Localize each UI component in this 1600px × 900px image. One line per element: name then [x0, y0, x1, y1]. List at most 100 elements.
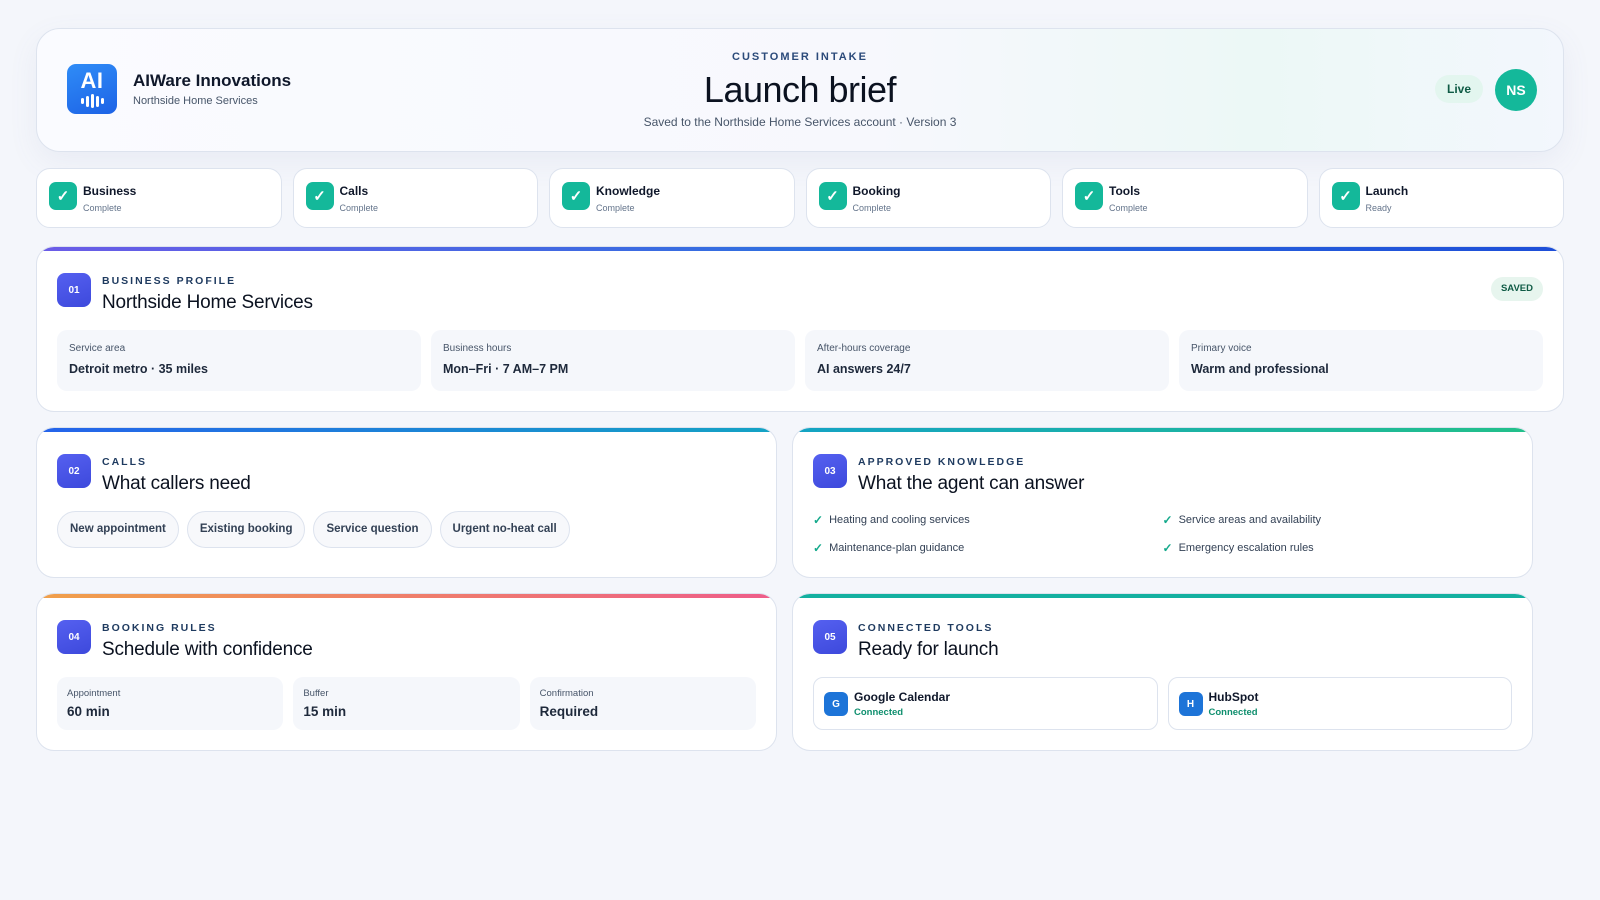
check-icon: ✓	[813, 541, 824, 555]
step-knowledge[interactable]: ✓ Knowledge Complete	[549, 168, 795, 228]
tool-list: G Google Calendar Connected H HubSpot Co…	[813, 677, 1512, 730]
section-number-badge: 01	[57, 273, 91, 307]
booking-rules-card: 04 BOOKING RULES Schedule with confidenc…	[36, 593, 777, 751]
chip-new-appointment[interactable]: New appointment	[57, 511, 179, 548]
fact-value: Detroit metro · 35 miles	[69, 362, 208, 376]
rule-value: 60 min	[67, 704, 110, 719]
fact-label: Service area	[69, 343, 126, 354]
step-label: Business	[83, 184, 137, 198]
tool-google-calendar[interactable]: G Google Calendar Connected	[813, 677, 1158, 730]
step-calls[interactable]: ✓ Calls Complete	[292, 168, 538, 228]
section-title: What the agent can answer	[858, 473, 1085, 494]
saved-badge: SAVED	[1490, 277, 1543, 301]
page-title: Launch brief	[703, 69, 897, 110]
step-label: Tools	[1109, 184, 1141, 198]
profile-facts: Service area Detroit metro · 35 miles Bu…	[57, 330, 1543, 391]
step-status: Complete	[1109, 203, 1148, 213]
rule-value: 15 min	[303, 704, 347, 719]
section-title: Ready for launch	[858, 639, 999, 660]
knowledge-item-label: Heating and cooling services	[829, 514, 970, 526]
knowledge-card: 03 APPROVED KNOWLEDGE What the agent can…	[792, 427, 1533, 578]
tool-name: HubSpot	[1208, 690, 1259, 704]
call-reason-chips: New appointment Existing booking Service…	[57, 511, 570, 548]
step-status: Complete	[83, 203, 122, 213]
section-title: Schedule with confidence	[102, 639, 313, 660]
step-tools[interactable]: ✓ Tools Complete	[1062, 168, 1308, 228]
knowledge-item: ✓ Maintenance-plan guidance	[813, 541, 1163, 555]
tool-name: Google Calendar	[854, 690, 951, 704]
step-label: Knowledge	[596, 184, 661, 198]
tool-hubspot[interactable]: H HubSpot Connected	[1167, 677, 1512, 730]
check-icon: ✓	[1162, 541, 1173, 555]
header-panel: AI AIWare Innovations Northside Home Ser…	[36, 28, 1564, 152]
card-accent-bar	[37, 247, 1563, 251]
card-accent-bar	[37, 594, 776, 598]
business-profile-card: 01 BUSINESS PROFILE Northside Home Servi…	[36, 246, 1564, 412]
tool-status: Connected	[1208, 707, 1258, 718]
fact-label: Business hours	[443, 343, 512, 354]
knowledge-item-label: Emergency escalation rules	[1178, 542, 1314, 554]
section-eyebrow: CONNECTED TOOLS	[858, 622, 994, 634]
fact-label: After-hours coverage	[817, 343, 911, 354]
step-launch[interactable]: ✓ Launch Ready	[1318, 168, 1564, 228]
fact-after-hours: After-hours coverage AI answers 24/7	[805, 330, 1169, 391]
knowledge-item: ✓ Service areas and availability	[1163, 513, 1513, 527]
step-tracker: ✓ Business Complete ✓ Calls Complete ✓ K…	[36, 168, 1564, 228]
live-status-badge: Live	[1434, 75, 1483, 103]
chip-urgent-no-heat[interactable]: Urgent no-heat call	[439, 511, 570, 548]
section-number-badge: 05	[813, 620, 847, 654]
fact-service-area: Service area Detroit metro · 35 miles	[57, 330, 421, 391]
chip-service-question[interactable]: Service question	[313, 511, 432, 548]
step-label: Calls	[339, 184, 369, 198]
section-eyebrow: APPROVED KNOWLEDGE	[858, 456, 1026, 468]
card-accent-bar	[37, 428, 776, 432]
step-business[interactable]: ✓ Business Complete	[36, 168, 282, 228]
fact-primary-voice: Primary voice Warm and professional	[1179, 330, 1543, 391]
card-accent-bar	[793, 594, 1532, 598]
fact-value: Mon–Fri · 7 AM–7 PM	[443, 362, 569, 376]
section-eyebrow: BOOKING RULES	[102, 622, 217, 634]
check-icon: ✓	[562, 182, 590, 210]
section-number-badge: 03	[813, 454, 847, 488]
check-icon: ✓	[1331, 182, 1360, 210]
knowledge-list: ✓ Heating and cooling services ✓ Service…	[813, 513, 1512, 555]
check-icon: ✓	[818, 182, 847, 210]
knowledge-item: ✓ Emergency escalation rules	[1163, 541, 1513, 555]
section-number-badge: 04	[57, 620, 91, 654]
section-eyebrow: CALLS	[102, 456, 147, 468]
step-label: Booking	[852, 184, 901, 198]
step-status: Complete	[339, 203, 379, 213]
tool-status: Connected	[854, 707, 904, 718]
section-eyebrow: BUSINESS PROFILE	[102, 275, 237, 287]
user-avatar[interactable]: NS	[1495, 69, 1537, 111]
launch-brief-page: AI AIWare Innovations Northside Home Ser…	[36, 28, 1564, 751]
check-icon: ✓	[813, 513, 824, 527]
chip-existing-booking[interactable]: Existing booking	[186, 511, 306, 548]
rule-label: Buffer	[303, 688, 329, 699]
header-eyebrow: CUSTOMER INTAKE	[732, 51, 868, 63]
section-title: Northside Home Services	[102, 292, 313, 313]
hubspot-icon: H	[1178, 692, 1203, 716]
rule-buffer: Buffer 15 min	[293, 677, 520, 730]
knowledge-item-label: Maintenance-plan guidance	[829, 542, 965, 554]
rule-label: Confirmation	[539, 688, 594, 699]
rule-label: Appointment	[67, 688, 121, 699]
section-title: What callers need	[102, 473, 251, 494]
check-icon: ✓	[305, 182, 334, 210]
fact-business-hours: Business hours Mon–Fri · 7 AM–7 PM	[431, 330, 795, 391]
rule-appointment: Appointment 60 min	[57, 677, 284, 730]
fact-value: AI answers 24/7	[817, 362, 911, 376]
calls-card: 02 CALLS What callers need New appointme…	[36, 427, 777, 578]
step-status: Ready	[1365, 203, 1392, 213]
step-status: Complete	[852, 203, 892, 213]
step-label: Launch	[1365, 184, 1409, 198]
booking-rules: Appointment 60 min Buffer 15 min Confirm…	[57, 677, 756, 730]
saved-status-line: Saved to the Northside Home Services acc…	[643, 115, 957, 129]
rule-value: Required	[539, 704, 599, 719]
knowledge-item-label: Service areas and availability	[1178, 514, 1322, 526]
rule-confirmation: Confirmation Required	[529, 677, 756, 730]
google-calendar-icon: G	[824, 692, 848, 716]
step-status: Complete	[596, 203, 635, 213]
step-booking[interactable]: ✓ Booking Complete	[805, 168, 1051, 228]
check-icon: ✓	[1075, 182, 1103, 210]
